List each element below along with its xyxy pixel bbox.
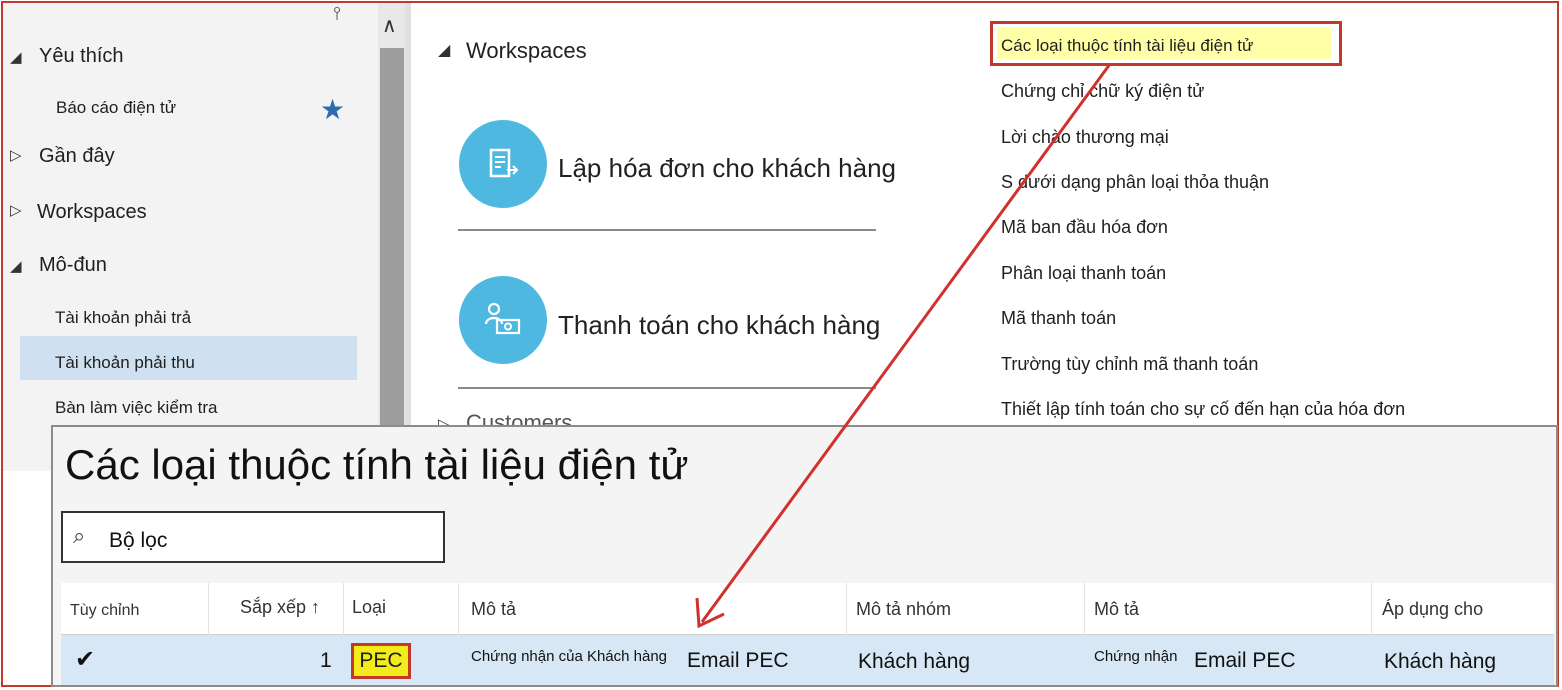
chevron-up-icon[interactable]: ∧ xyxy=(382,13,397,38)
payment-icon xyxy=(484,302,521,335)
cell-sort: 1 xyxy=(320,649,332,672)
page-title: Các loại thuộc tính tài liệu điện tử xyxy=(65,441,689,488)
link-trade-greetings[interactable]: Lời chào thương mại xyxy=(1001,127,1169,148)
workspaces-heading: Workspaces xyxy=(466,38,587,63)
payment-tile-icon[interactable] xyxy=(459,276,547,364)
cell-description-small: Chứng nhận của Khách hàng xyxy=(471,648,668,665)
cell-type: PEC xyxy=(359,649,403,672)
scrollbar-thumb[interactable] xyxy=(380,48,404,471)
sidebar-scrollbar[interactable]: ∧ xyxy=(378,3,406,471)
column-separator xyxy=(1371,583,1372,635)
column-type[interactable]: Loại xyxy=(352,597,386,618)
link-payment-code-custom-fields[interactable]: Trường tùy chỉnh mã thanh toán xyxy=(1001,354,1258,375)
link-payment-codes[interactable]: Mã thanh toán xyxy=(1001,308,1116,329)
cell-description: Email PEC xyxy=(687,649,789,672)
tile-customer-invoicing[interactable]: Lập hóa đơn cho khách hàng xyxy=(558,153,896,184)
column-separator xyxy=(458,583,459,635)
collapsed-caret-icon[interactable]: ▷ xyxy=(10,201,22,219)
column-applies-to[interactable]: Áp dụng cho xyxy=(1382,599,1483,620)
cell-description-2-small: Chứng nhận xyxy=(1094,648,1178,665)
module-accounts-payable[interactable]: Tài khoản phải trả xyxy=(55,308,191,328)
favorite-item-electronic-reporting[interactable]: Báo cáo điện tử xyxy=(56,98,176,118)
column-separator xyxy=(1084,583,1085,635)
column-description-2[interactable]: Mô tả xyxy=(1094,599,1139,620)
nav-recent[interactable]: Gần đây xyxy=(39,145,115,168)
tile-customer-payments[interactable]: Thanh toán cho khách hàng xyxy=(558,310,880,341)
link-payment-classification[interactable]: Phân loại thanh toán xyxy=(1001,263,1166,284)
expanded-caret-icon[interactable]: ◢ xyxy=(10,48,22,66)
module-accounts-receivable[interactable]: Tài khoản phải thu xyxy=(55,353,195,373)
module-audit-workbench[interactable]: Bàn làm việc kiểm tra xyxy=(55,398,218,418)
link-agreement-classification[interactable]: S dưới dạng phân loại thỏa thuận xyxy=(1001,172,1269,193)
column-group-description[interactable]: Mô tả nhóm xyxy=(856,599,951,620)
invoice-tile-icon[interactable] xyxy=(459,120,547,208)
nav-favorites[interactable]: Yêu thích xyxy=(39,45,124,68)
column-sort[interactable]: Sắp xếp ↑ xyxy=(240,597,320,618)
expanded-caret-icon[interactable]: ◢ xyxy=(438,40,450,60)
tile-divider xyxy=(458,229,876,231)
filter-placeholder: Bộ lọc xyxy=(109,529,168,552)
collapsed-caret-icon[interactable]: ▷ xyxy=(10,146,22,164)
cell-description-2: Email PEC xyxy=(1194,649,1296,672)
navigation-pane: ⫯ ∧ ◢ Yêu thích Báo cáo điện tử ★ ▷ Gần … xyxy=(3,3,406,471)
table-row[interactable]: ✔ 1 PEC Chứng nhận của Khách hàng Email … xyxy=(61,635,1554,685)
link-invoice-due-calculation-setup[interactable]: Thiết lập tính toán cho sự cố đến hạn củ… xyxy=(1001,399,1405,420)
expanded-caret-icon[interactable]: ◢ xyxy=(10,257,22,275)
nav-workspaces[interactable]: Workspaces xyxy=(37,201,147,224)
search-icon: ⌕ xyxy=(73,523,86,548)
star-icon[interactable]: ★ xyxy=(320,93,345,126)
pin-icon[interactable]: ⫯ xyxy=(333,3,341,24)
column-custom[interactable]: Tùy chỉnh xyxy=(70,602,139,620)
cell-applies-to: Khách hàng xyxy=(1384,650,1497,673)
column-separator xyxy=(343,583,344,635)
checkmark-icon: ✔ xyxy=(75,646,96,673)
column-separator xyxy=(208,583,209,635)
link-electronic-document-property-types[interactable]: Các loại thuộc tính tài liệu điện tử xyxy=(1001,36,1253,56)
link-invoice-origin-codes[interactable]: Mã ban đầu hóa đơn xyxy=(1001,217,1168,238)
cell-type-highlight: PEC xyxy=(351,643,411,679)
tile-divider xyxy=(458,387,876,389)
column-description[interactable]: Mô tả xyxy=(471,599,516,620)
link-electronic-signature-certificates[interactable]: Chứng chỉ chữ ký điện tử xyxy=(1001,81,1204,102)
nav-modules[interactable]: Mô-đun xyxy=(39,254,107,277)
grid-header: Tùy chỉnh Sắp xếp ↑ Loại Mô tả Mô tả nhó… xyxy=(61,583,1554,635)
filter-input[interactable]: ⌕ Bộ lọc xyxy=(61,511,445,563)
property-types-panel: Các loại thuộc tính tài liệu điện tử ⌕ B… xyxy=(51,425,1558,687)
cell-group-description: Khách hàng xyxy=(858,650,971,673)
column-separator xyxy=(846,583,847,635)
invoice-icon xyxy=(489,148,519,178)
pane-divider xyxy=(405,3,411,471)
